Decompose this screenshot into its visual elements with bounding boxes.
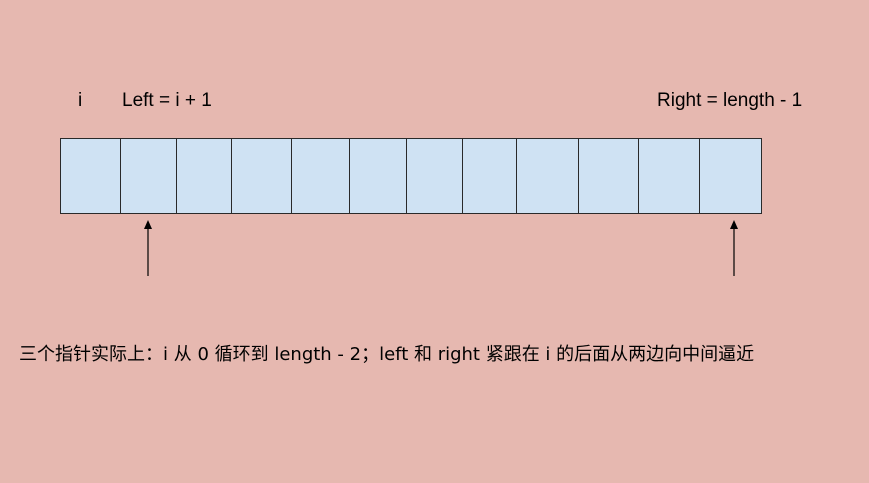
right-pointer-arrow — [730, 220, 738, 276]
array-cell — [463, 139, 517, 213]
array-cell — [407, 139, 463, 213]
pointer-label-right: Right = length - 1 — [657, 90, 803, 111]
array-cell — [177, 139, 232, 213]
explanation-caption: 三个指针实际上：i 从 0 循环到 length - 2；left 和 righ… — [19, 344, 755, 365]
array-cell — [61, 139, 121, 213]
array-cell — [639, 139, 700, 213]
pointer-label-i: i — [78, 90, 83, 111]
array-cell — [517, 139, 579, 213]
array-cell — [292, 139, 350, 213]
array-cell — [121, 139, 177, 213]
array-cell — [579, 139, 639, 213]
array-cell — [700, 139, 761, 213]
array-cell — [232, 139, 292, 213]
pointer-label-left: Left = i + 1 — [122, 90, 212, 111]
left-pointer-arrow — [144, 220, 152, 276]
array-cell — [350, 139, 407, 213]
array-box — [60, 138, 762, 214]
